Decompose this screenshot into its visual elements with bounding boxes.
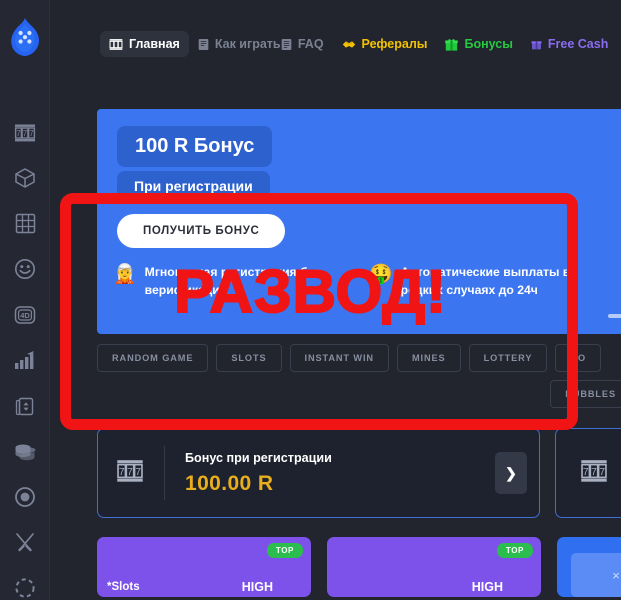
sidebar-item-smiley[interactable] xyxy=(0,247,50,293)
nav-label-bonuses: Бонусы xyxy=(464,37,513,51)
svg-text:7: 7 xyxy=(29,129,34,138)
game-category-filters-row2: BUBBLES xyxy=(97,380,621,408)
card-deck-icon xyxy=(15,397,34,415)
banner-feature-1: 🧝 Мгновенная регистрация без верификации xyxy=(113,264,327,299)
game-card-row: TOP *Slots HIGH TOP HIGH × xyxy=(97,537,621,597)
svg-text:7: 7 xyxy=(591,466,597,477)
money-face-emoji-icon: 🤑 xyxy=(369,264,393,285)
bonus-card-texts: Бонус при регистрации 100.00 R xyxy=(185,451,495,496)
gift-small-icon xyxy=(531,40,542,49)
dice-cube-icon xyxy=(15,168,35,188)
category-chip-instant-win[interactable]: INSTANT WIN xyxy=(289,344,389,372)
sidebar-item-dice[interactable] xyxy=(0,156,50,202)
top-badge: TOP xyxy=(496,543,533,558)
game-card-third[interactable]: × xyxy=(557,537,621,597)
nav-item-referrals[interactable]: Рефералы xyxy=(333,31,437,57)
nav-label-referrals: Рефералы xyxy=(361,37,428,51)
bonus-card-secondary[interactable]: 7 7 7 xyxy=(555,428,621,518)
slot-machine-icon: 7 7 7 xyxy=(14,124,36,142)
svg-text:7: 7 xyxy=(119,466,125,477)
bar-chart-icon xyxy=(15,351,34,370)
game-card-volatility: HIGH xyxy=(241,580,273,594)
category-chip-bubbles[interactable]: BUBBLES xyxy=(550,380,621,408)
target-circle-icon xyxy=(15,486,35,507)
game-card-second[interactable]: TOP HIGH xyxy=(327,537,541,597)
game-card-slots[interactable]: TOP *Slots HIGH xyxy=(97,537,311,597)
promo-banner[interactable]: 100 R Бонус При регистрации ПОЛУЧИТЬ БОН… xyxy=(97,109,621,334)
top-navigation: Главная Как играть FAQ Рефералы Бонусы F… xyxy=(50,0,621,88)
nav-label-home: Главная xyxy=(129,37,180,51)
bonus-card-row: 7 7 7 Бонус при регистрации 100.00 R ❯ 7… xyxy=(97,428,621,518)
banner-title-pill: 100 R Бонус xyxy=(117,126,273,167)
category-chip-slots[interactable]: SLOTS xyxy=(216,344,282,372)
game-card-thumb: × xyxy=(571,553,621,597)
sidebar-item-battle[interactable] xyxy=(0,520,50,566)
page-root: 7 7 7 4D Главная Как играть FAQ Рефералы… xyxy=(0,0,621,600)
sidebar-item-grid[interactable] xyxy=(0,201,50,247)
bonus-card-next-button[interactable]: ❯ xyxy=(495,452,527,494)
nav-item-home[interactable]: Главная xyxy=(100,31,189,57)
sidebar-item-loading[interactable] xyxy=(0,565,50,600)
nav-item-faq[interactable]: FAQ xyxy=(272,31,333,57)
bonus-card-registration[interactable]: 7 7 7 Бонус при регистрации 100.00 R ❯ xyxy=(97,428,540,518)
banner-subtitle-pill: При регистрации xyxy=(117,171,270,201)
main-content: 100 R Бонус При регистрации ПОЛУЧИТЬ БОН… xyxy=(50,88,621,600)
svg-text:7: 7 xyxy=(599,466,605,477)
game-category-filters: RANDOM GAME SLOTS INSTANT WIN MINES LOTT… xyxy=(97,344,621,372)
app-logo[interactable] xyxy=(0,8,50,66)
get-bonus-button[interactable]: ПОЛУЧИТЬ БОНУС xyxy=(117,214,286,248)
svg-text:7: 7 xyxy=(23,129,28,138)
top-badge: TOP xyxy=(266,543,303,558)
banner-slider-indicator[interactable] xyxy=(608,314,621,318)
sidebar-icon-list: 7 7 7 4D xyxy=(0,110,50,600)
category-chip-mines[interactable]: MINES xyxy=(396,344,461,372)
svg-text:4D: 4D xyxy=(20,311,30,320)
nav-item-how-to-play[interactable]: Как играть xyxy=(189,31,281,57)
category-chip-lottery[interactable]: LOTTERY xyxy=(468,344,548,372)
bonus-card-title: Бонус при регистрации xyxy=(185,450,332,465)
svg-text:7: 7 xyxy=(127,466,133,477)
bonus-card-amount: 100.00 R xyxy=(185,471,274,495)
banner-feature-1-text: Мгновенная регистрация без верификации xyxy=(144,265,321,297)
nav-item-bonuses[interactable]: Бонусы xyxy=(436,31,521,57)
game-card-volatility: HIGH xyxy=(471,580,503,594)
nav-item-free-cash[interactable]: Free Cash xyxy=(522,31,609,57)
category-chip-random-game[interactable]: RANDOM GAME xyxy=(97,344,209,372)
gift-icon xyxy=(445,38,459,51)
sidebar-item-cards[interactable] xyxy=(0,383,50,429)
nav-label-how-to-play: Как играть xyxy=(214,37,281,51)
banner-feature-2: 🤑 Автоматические выплаты в редких случая… xyxy=(369,264,583,299)
list-icon xyxy=(281,38,292,50)
sidebar-item-target[interactable] xyxy=(0,474,50,520)
sidebar: 7 7 7 4D xyxy=(0,0,50,600)
banner-feature-2-text: Автоматические выплаты в редких случаях … xyxy=(400,265,571,297)
slot-machine-icon: 7 7 7 xyxy=(116,458,144,489)
handshake-icon xyxy=(342,40,355,48)
coins-stack-icon xyxy=(15,444,35,461)
nav-label-faq: FAQ xyxy=(297,37,324,51)
sidebar-item-statistics[interactable] xyxy=(0,338,50,384)
flame-dice-logo-icon xyxy=(11,18,40,56)
four-d-icon: 4D xyxy=(14,306,36,324)
slot-machine-icon xyxy=(109,38,123,50)
dashed-circle-icon xyxy=(15,578,35,598)
svg-text:7: 7 xyxy=(135,466,141,477)
elf-emoji-icon: 🧝 xyxy=(113,264,137,285)
sidebar-item-slots[interactable]: 7 7 7 xyxy=(0,110,50,156)
divider xyxy=(164,446,165,500)
nav-label-free-cash: Free Cash xyxy=(547,37,609,51)
grid-icon xyxy=(15,214,35,234)
svg-text:7: 7 xyxy=(16,129,21,138)
sidebar-item-coins[interactable] xyxy=(0,429,50,475)
slot-machine-icon: 7 7 7 xyxy=(580,458,608,489)
sidebar-item-4d[interactable]: 4D xyxy=(0,292,50,338)
book-icon xyxy=(198,38,209,50)
svg-text:7: 7 xyxy=(583,466,589,477)
crossed-swords-icon xyxy=(16,533,34,552)
game-card-name: *Slots xyxy=(107,581,140,593)
category-chip-co[interactable]: CO xyxy=(555,344,601,372)
smiley-icon xyxy=(15,259,35,280)
